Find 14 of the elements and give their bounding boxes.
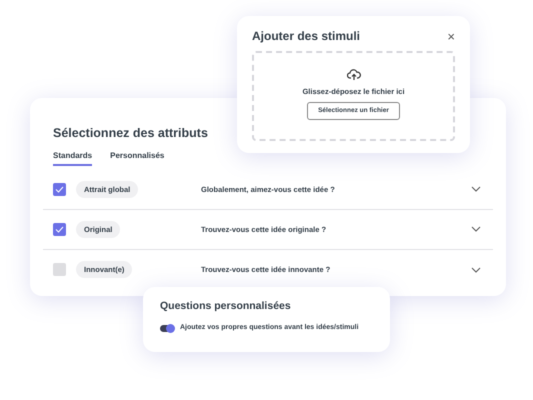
cloud-upload-icon xyxy=(346,69,360,81)
panel-title: Sélectionnez des attributs xyxy=(53,125,209,142)
checkbox[interactable] xyxy=(53,222,66,236)
checkbox[interactable] xyxy=(53,182,66,196)
chevron-down-icon[interactable] xyxy=(471,266,481,273)
chevron-down-icon[interactable] xyxy=(471,226,481,232)
toggle-switch[interactable] xyxy=(160,324,174,332)
card-title: Questions personnalisées xyxy=(160,299,292,314)
checkbox[interactable] xyxy=(53,263,66,276)
dialog-title: Ajouter des stimuli xyxy=(252,28,360,45)
close-button[interactable]: × xyxy=(447,30,455,42)
tab[interactable]: Personnalisés xyxy=(110,150,164,166)
tab[interactable]: Standards xyxy=(53,150,92,166)
chevron-down-icon[interactable] xyxy=(471,186,481,192)
